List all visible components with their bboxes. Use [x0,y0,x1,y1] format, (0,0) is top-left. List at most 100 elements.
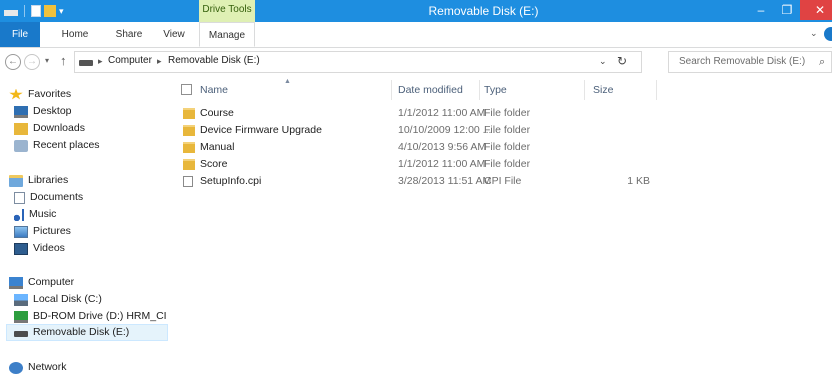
nav-item-label: Favorites [28,88,72,100]
folder-icon [183,159,195,170]
nav-item-label: Documents [30,191,84,203]
window-title: Removable Disk (E:) [428,4,539,18]
file-row-score[interactable]: Score 1/1/2012 11:00 AM File folder [178,156,658,173]
nav-item-label: Network [28,361,67,373]
tab-home[interactable]: Home [55,22,95,47]
drive-tools-context-label: Drive Tools [199,0,255,22]
nav-item-label: Recent places [33,139,100,151]
recent-places-icon [14,139,28,152]
nav-libraries[interactable]: Libraries [9,172,68,189]
nav-bd-rom-drive-d[interactable]: BD-ROM Drive (D:) HRM_CI [14,308,174,325]
file-date-modified: 10/10/2009 12:00 ... [398,124,492,136]
bd-rom-drive-icon [14,310,28,323]
local-disk-icon [14,293,28,306]
properties-icon[interactable] [31,5,41,17]
file-type: File folder [484,124,531,136]
forward-button[interactable]: → [24,54,40,70]
file-date-modified: 1/1/2012 11:00 AM [398,158,486,170]
tab-manage[interactable]: Manage [199,22,255,47]
file-date-modified: 1/1/2012 11:00 AM [398,107,486,119]
nav-item-label: BD-ROM Drive (D:) HRM_CI [33,310,167,322]
file-size [578,122,650,139]
nav-item-label: Desktop [33,105,72,117]
new-folder-icon[interactable] [44,5,56,17]
navigation-pane: Favorites Desktop Downloads Recent place… [0,78,174,380]
column-divider[interactable] [391,80,392,100]
removable-drive-icon [79,60,93,66]
address-bar[interactable]: ▸ Computer ▸ Removable Disk (E:) ⌄ ↻ [74,51,642,73]
libraries-icon [9,174,23,187]
file-row-course[interactable]: Course 1/1/2012 11:00 AM File folder [178,105,658,122]
breadcrumb-removable-disk[interactable]: Removable Disk (E:) [168,55,260,66]
column-divider[interactable] [584,80,585,100]
nav-removable-disk-e[interactable]: Removable Disk (E:) [6,324,168,341]
ribbon-tab-bar: File Home Share View Manage ⌄ [0,22,832,48]
nav-videos[interactable]: Videos [14,240,65,257]
desktop-icon [14,105,28,118]
title-bar: ▾ Drive Tools Removable Disk (E:) – ❐ ✕ [0,0,832,22]
file-date-modified: 3/28/2013 11:51 AM [398,175,492,187]
nav-item-label: Videos [33,242,65,254]
folder-icon [183,142,195,153]
recent-locations-button[interactable]: ▾ [45,56,49,65]
address-dropdown-icon[interactable]: ⌄ [599,56,607,67]
column-header-date-modified[interactable]: Date modified [398,80,478,100]
search-box[interactable]: Search Removable Disk (E:) ⌕ [668,51,832,73]
nav-item-label: Local Disk (C:) [33,293,102,305]
folder-icon [183,108,195,119]
file-name: SetupInfo.cpi [200,175,262,187]
column-divider[interactable] [479,80,480,100]
nav-downloads[interactable]: Downloads [14,120,85,137]
file-row-setupinfo-cpi[interactable]: SetupInfo.cpi 3/28/2013 11:51 AM CPI Fil… [178,173,658,190]
file-row-device-firmware-upgrade[interactable]: Device Firmware Upgrade 10/10/2009 12:00… [178,122,658,139]
window-drive-icon [4,10,18,16]
column-header-type[interactable]: Type [484,80,564,100]
file-row-manual[interactable]: Manual 4/10/2013 9:56 AM File folder [178,139,658,156]
file-type: CPI File [484,175,522,187]
search-icon[interactable]: ⌕ [819,56,825,69]
breadcrumb-separator[interactable]: ▸ [157,56,162,67]
tab-file[interactable]: File [0,22,40,47]
nav-recent-places[interactable]: Recent places [14,137,100,154]
nav-pictures[interactable]: Pictures [14,223,71,240]
nav-music[interactable]: Music [14,206,56,223]
nav-item-label: Pictures [33,225,71,237]
nav-desktop[interactable]: Desktop [14,103,72,120]
refresh-icon[interactable]: ↻ [617,54,627,68]
back-button[interactable]: ← [5,54,21,70]
qat-divider [24,5,25,17]
pictures-icon [14,225,28,238]
select-all-checkbox[interactable] [181,84,192,95]
file-name: Score [200,158,228,170]
file-name: Device Firmware Upgrade [200,124,322,136]
qat-dropdown-icon[interactable]: ▾ [59,5,67,17]
up-button[interactable]: ↑ [60,53,67,68]
nav-network[interactable]: Network [9,359,67,376]
file-type: File folder [484,107,531,119]
file-name: Course [200,107,234,119]
minimize-button[interactable]: – [748,0,774,20]
file-size [578,105,650,122]
expand-ribbon-icon[interactable]: ⌄ [810,28,818,39]
videos-icon [14,242,28,255]
nav-favorites[interactable]: Favorites [9,86,71,103]
search-input[interactable]: Search Removable Disk (E:) [679,56,805,67]
maximize-button[interactable]: ❐ [774,0,800,20]
tab-share[interactable]: Share [109,22,149,47]
cpi-file-icon [183,176,193,187]
column-header-size[interactable]: Size [593,80,653,100]
tab-view[interactable]: View [156,22,192,47]
documents-icon [14,191,25,204]
nav-item-label: Computer [28,276,75,288]
breadcrumb-separator[interactable]: ▸ [98,56,103,67]
breadcrumb-computer[interactable]: Computer [108,55,152,66]
column-header-name[interactable]: Name [200,80,390,100]
star-icon [9,88,23,100]
nav-local-disk-c[interactable]: Local Disk (C:) [14,291,102,308]
close-button[interactable]: ✕ [800,0,832,20]
nav-computer[interactable]: Computer [9,274,74,291]
nav-documents[interactable]: Documents [14,189,83,206]
column-divider[interactable] [656,80,657,100]
file-type: File folder [484,141,531,153]
help-icon[interactable] [824,27,832,41]
